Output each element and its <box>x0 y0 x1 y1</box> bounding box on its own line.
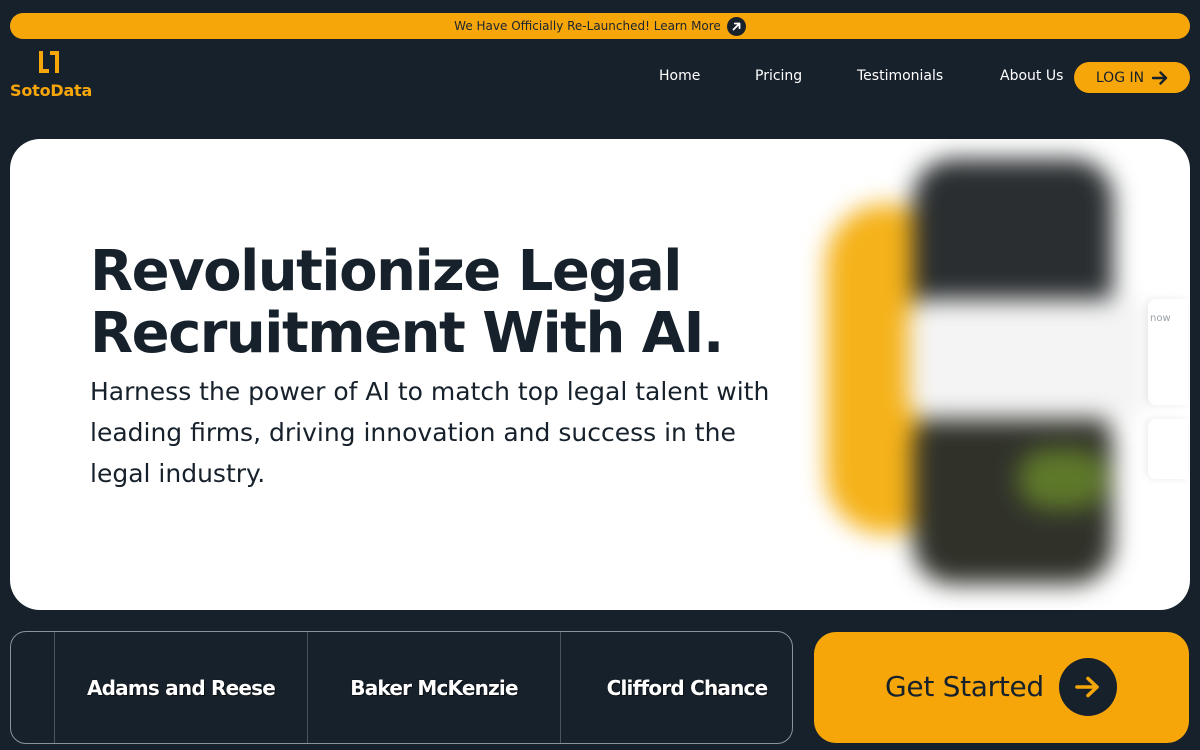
notification-time: now <box>1150 313 1171 324</box>
get-started-button[interactable]: Get Started <box>814 632 1189 743</box>
arrow-right-icon <box>1152 70 1168 85</box>
announcement-bar[interactable]: We Have Officially Re-Launched! Learn Mo… <box>10 13 1190 39</box>
client-logo: Clifford Chance <box>560 632 792 743</box>
notification-card-secondary <box>1148 419 1188 479</box>
nav-testimonials[interactable]: Testimonials <box>857 68 943 84</box>
client-logo: Adams and Reese <box>54 632 307 743</box>
client-name: Baker McKenzie <box>350 675 518 700</box>
hero-subtitle: Harness the power of AI to match top leg… <box>90 377 770 488</box>
client-name: Clifford Chance <box>606 675 769 700</box>
nav-about-us[interactable]: About Us <box>1000 68 1063 84</box>
client-name: Adams and Reese <box>86 675 276 700</box>
nav-home[interactable]: Home <box>659 68 700 84</box>
arrow-up-right-icon <box>726 16 746 36</box>
hero-image: now <box>818 149 1190 609</box>
hero-title: Revolutionize Legal Recruitment With AI. <box>90 239 724 366</box>
notification-card: now <box>1148 299 1188 405</box>
hero-image-blurred <box>818 149 1190 609</box>
nav-pricing[interactable]: Pricing <box>755 68 802 84</box>
announcement-text: We Have Officially Re-Launched! Learn Mo… <box>454 19 721 33</box>
login-label: LOG IN <box>1095 69 1145 86</box>
main-nav: Home Pricing Testimonials About Us LOG I… <box>0 62 1200 93</box>
login-button[interactable]: LOG IN <box>1074 62 1190 93</box>
arrow-right-icon <box>1059 658 1117 716</box>
client-logo: Baker McKenzie <box>307 632 560 743</box>
hero-section: Revolutionize Legal Recruitment With AI.… <box>10 139 1190 610</box>
client-logos-strip: Adams and Reese Baker McKenzie Clifford … <box>10 631 793 744</box>
get-started-label: Get Started <box>885 670 1044 703</box>
